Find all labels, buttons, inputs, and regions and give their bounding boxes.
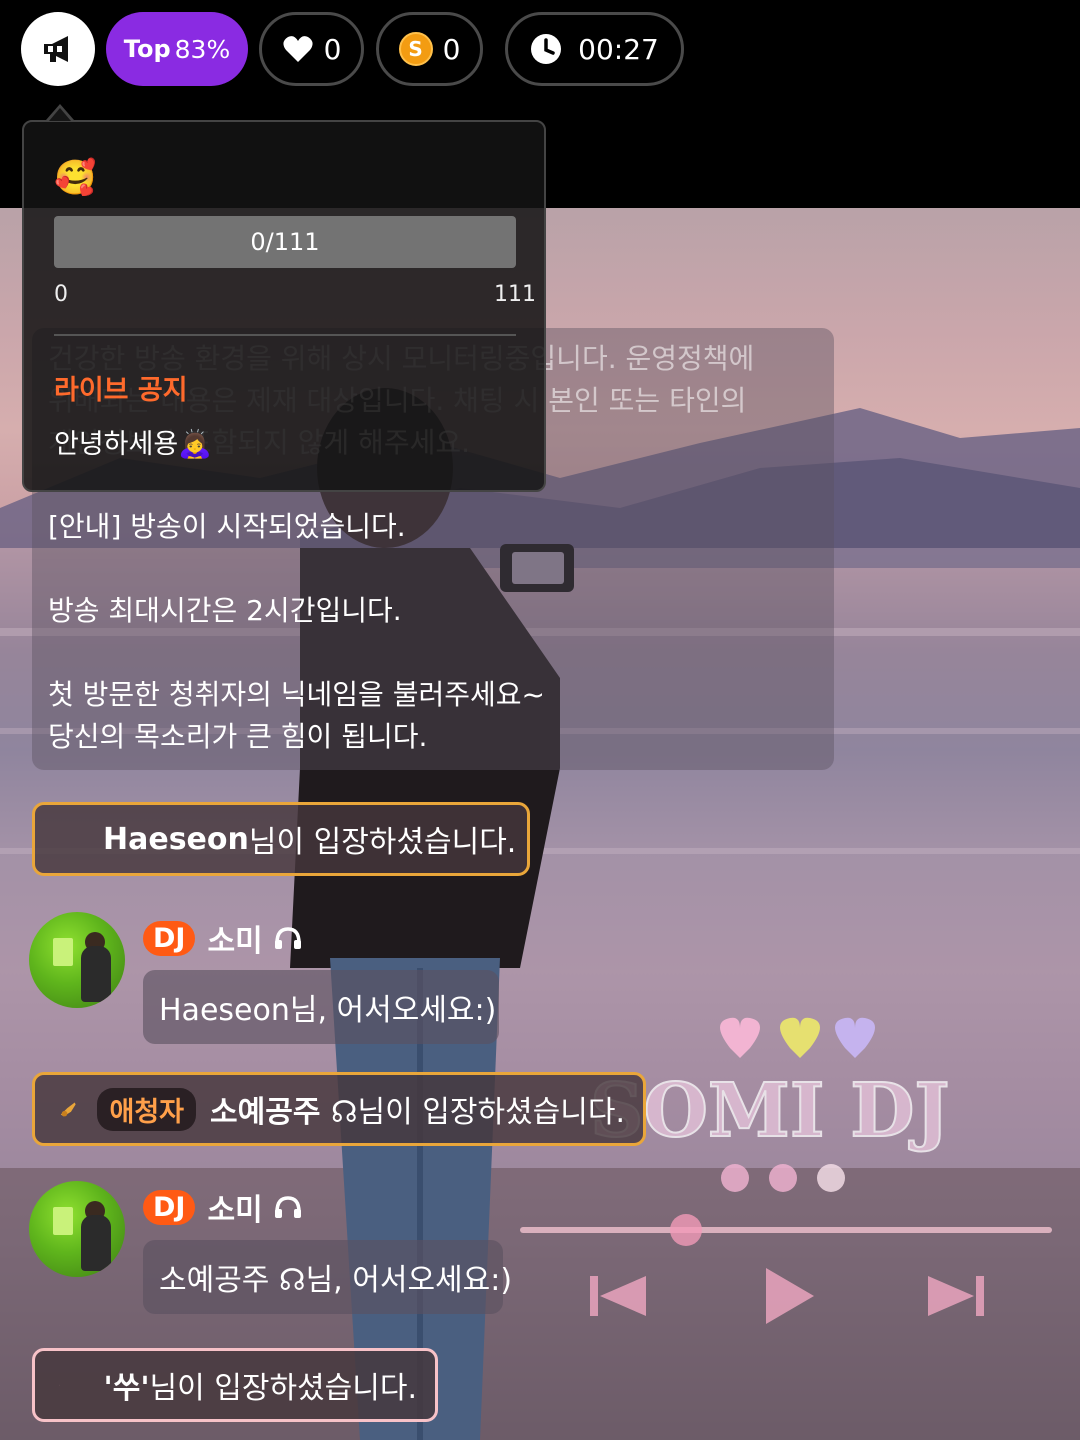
trumpet-icon	[59, 1384, 60, 1386]
chat-user-name[interactable]: 소미	[207, 1185, 262, 1229]
entry-user-name[interactable]: '쑤'	[104, 1363, 150, 1407]
dj-avatar[interactable]	[29, 912, 125, 1008]
notice-megaphone-button[interactable]	[21, 12, 95, 86]
progress-min-label: 0	[54, 282, 68, 307]
chat-name-line: DJ 소미	[143, 916, 303, 960]
chat-user-name[interactable]: 소미	[207, 916, 262, 960]
entry-banner: '쑤' 님이 입장하셨습니다.	[32, 1348, 438, 1422]
likes-counter[interactable]: 0	[259, 12, 364, 86]
entry-user-name[interactable]: 소예공주 ☊	[210, 1087, 358, 1131]
broadcast-timer: 00:27	[505, 12, 684, 86]
chat-message-text: 소예공주 ☊님, 어서오세요:)	[159, 1263, 513, 1298]
notice-call-text: 당신의 목소리가 큰 힘이 됩니다.	[48, 720, 428, 753]
entry-banner: Haeseon 님이 입장하셨습니다.	[32, 802, 530, 876]
notice-maxtime-text: 방송 최대시간은 2시간입니다.	[48, 594, 402, 627]
rank-top-percent: 83%	[174, 34, 231, 64]
likes-count: 0	[323, 32, 342, 66]
megaphone-icon	[44, 36, 68, 62]
rank-top-badge[interactable]: Top 83%	[106, 12, 248, 86]
coin-icon: S	[398, 32, 433, 66]
notice-caret-inner	[49, 108, 71, 121]
top-status-bar: Top 83% 0 S 0 00:27	[0, 0, 1080, 100]
heart-icon	[283, 36, 313, 62]
entry-suffix: 님이 입장하셨습니다.	[248, 825, 517, 860]
dj-badge: DJ	[143, 1189, 196, 1225]
trumpet-icon	[60, 1102, 76, 1117]
live-notice-popup[interactable]: 🥰 0/111 0 111 라이브 공지 안녕하세용🙇‍♀️	[22, 120, 546, 492]
chat-name-line: DJ 소미	[143, 1185, 303, 1229]
notice-emoji: 🥰	[54, 158, 97, 198]
notice-start-text: [안내] 방송이 시작되었습니다.	[48, 510, 406, 543]
dj-avatar[interactable]	[29, 1181, 125, 1277]
clock-icon	[531, 34, 562, 64]
live-notice-body: 안녕하세용🙇‍♀️	[54, 429, 212, 460]
headphone-icon	[274, 927, 301, 949]
entry-banner: 애청자 소예공주 ☊ 님이 입장하셨습니다.	[32, 1072, 646, 1146]
coins-count: 0	[442, 32, 461, 66]
headphone-icon	[274, 1196, 301, 1218]
progress-text: 0/111	[250, 228, 320, 256]
notice-divider	[54, 334, 516, 336]
notice-progress-bar: 0/111	[54, 216, 516, 268]
chat-message-bubble: Haeseon님, 어서오세요:)	[143, 970, 499, 1044]
fan-badge: 애청자	[97, 1087, 197, 1131]
rank-top-label: Top	[123, 35, 171, 63]
coins-counter[interactable]: S 0	[376, 12, 483, 86]
entry-suffix: 님이 입장하셨습니다.	[149, 1371, 417, 1406]
live-notice-label: 라이브 공지	[54, 375, 188, 406]
notice-call-text: 첫 방문한 청취자의 닉네임을 불러주세요~	[48, 678, 545, 711]
entry-suffix: 님이 입장하셨습니다.	[357, 1095, 625, 1130]
dj-badge: DJ	[143, 920, 196, 956]
progress-max-label: 111	[494, 282, 536, 307]
entry-user-name[interactable]: Haeseon	[103, 822, 249, 857]
chat-message-bubble: 소예공주 ☊님, 어서오세요:)	[143, 1240, 512, 1314]
chat-message-text: Haeseon님, 어서오세요:)	[159, 993, 497, 1028]
timer-value: 00:27	[578, 32, 659, 66]
